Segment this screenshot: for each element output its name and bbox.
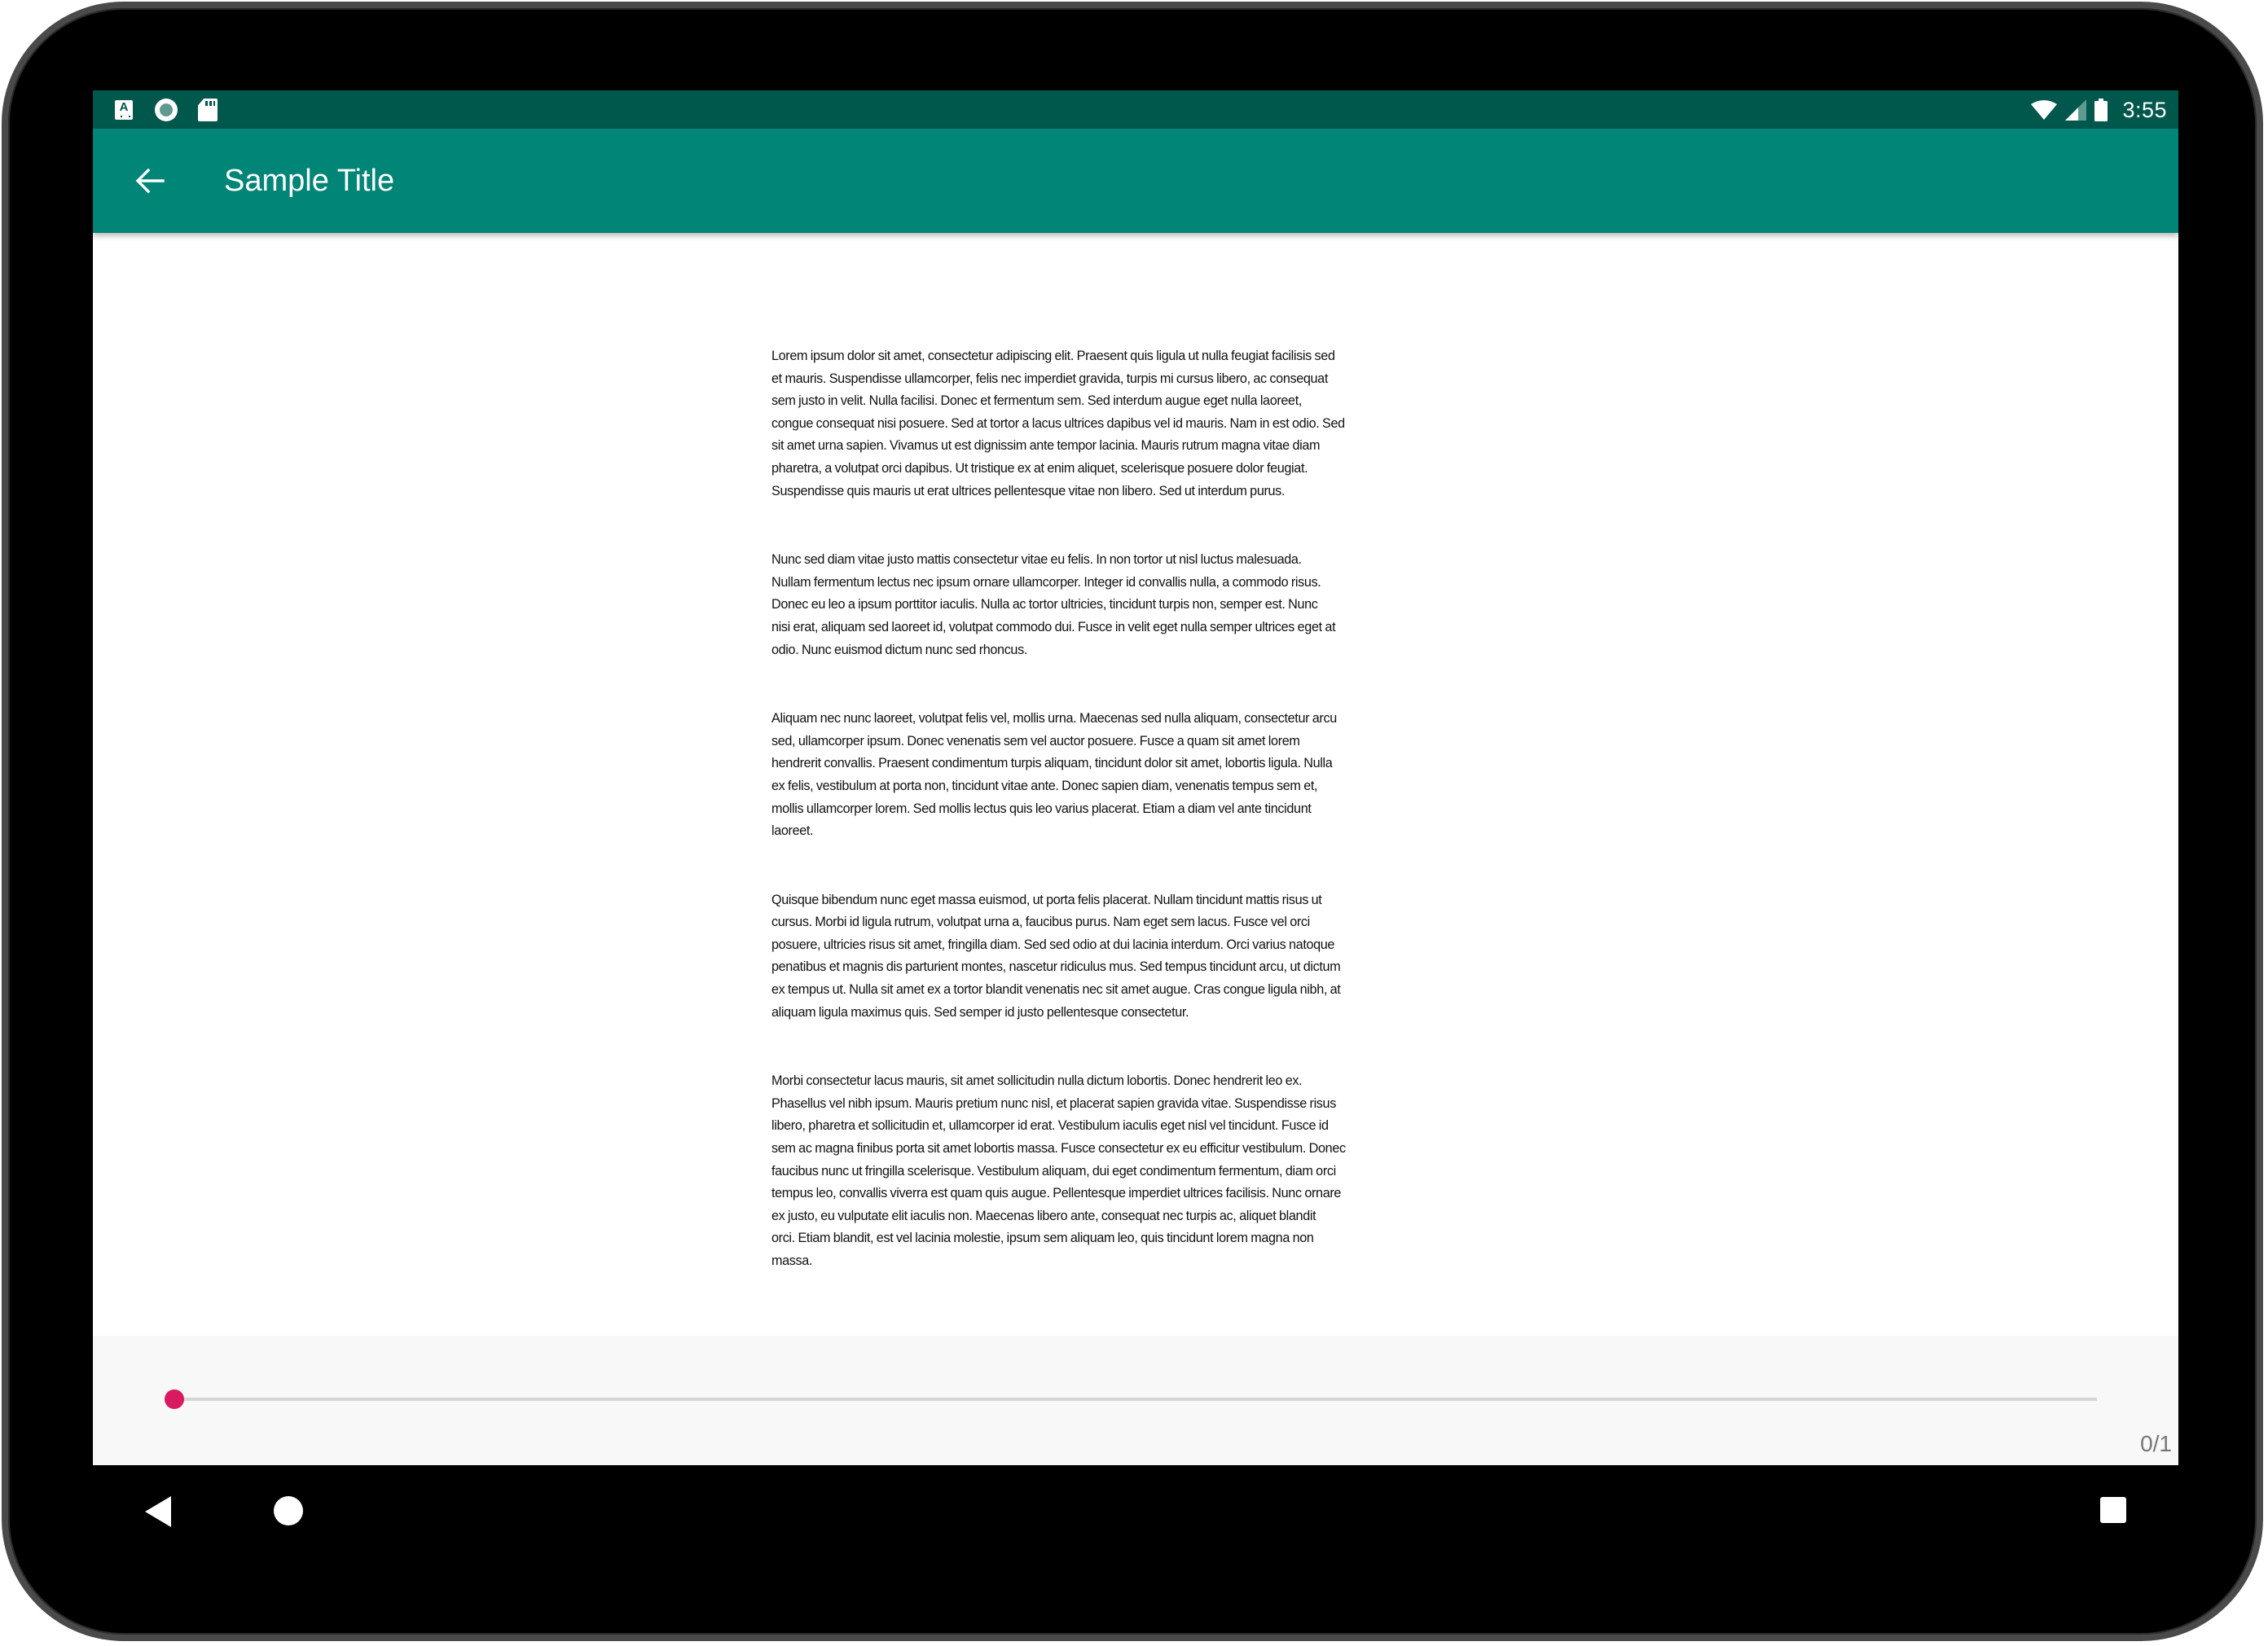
- sd-card-icon: [198, 99, 218, 121]
- paragraph: Nunc sed diam vitae justo mattis consect…: [771, 549, 1505, 661]
- page-counter: 0/1: [2140, 1431, 2172, 1456]
- text-line: aliquam ligula maximus quis. Sed semper …: [771, 1004, 1189, 1020]
- text-line: ex tempus ut. Nulla sit amet ex a tortor…: [771, 982, 1341, 998]
- text-line: Morbi consectetur lacus mauris, sit amet…: [771, 1073, 1303, 1089]
- text-line: Nunc sed diam vitae justo mattis consect…: [771, 552, 1302, 568]
- text-line: hendrerit convallis. Praesent condimentu…: [771, 756, 1333, 771]
- sd-card-pins: [205, 101, 215, 106]
- text-line: nisi erat, aliquam sed laoreet id, volut…: [771, 619, 1336, 634]
- text-line: Lorem ipsum dolor sit amet, consectetur …: [771, 349, 1335, 363]
- text-line: cursus. Morbi id ligula rutrum, volutpat…: [771, 915, 1310, 930]
- text-line: Quisque bibendum nunc eget massa euismod…: [771, 892, 1322, 907]
- navigation-bar: [93, 1465, 2178, 1556]
- dots-glyph: [121, 116, 130, 117]
- text-line: odio. Nunc euismod dictum nunc sed rhonc…: [771, 642, 1027, 657]
- text-line: mollis ullamcorper lorem. Sed mollis lec…: [771, 801, 1312, 816]
- wifi-icon: [2031, 100, 2058, 120]
- back-nav-icon[interactable]: [145, 1496, 171, 1527]
- text-line: Nullam fermentum lectus nec ipsum ornare…: [771, 574, 1321, 590]
- text-line: Phasellus vel nibh ipsum. Mauris pretium…: [771, 1095, 1336, 1111]
- a-glyph: A: [119, 100, 129, 114]
- text-line: tempus leo, convallis viverra est quam q…: [771, 1186, 1342, 1201]
- document-page: Lorem ipsum dolor sit amet, consectetur …: [771, 345, 1505, 1319]
- paragraph: Aliquam nec nunc laoreet, volutpat felis…: [771, 708, 1505, 843]
- text-line: ex justo, eu vulputate elit iaculis non.…: [771, 1208, 1316, 1223]
- page-seek-panel: 0/1: [93, 1336, 2178, 1465]
- status-bar-right: 3:55: [2031, 90, 2167, 129]
- text-line: pharetra, a volutpat orci dapibus. Ut tr…: [771, 460, 1308, 476]
- seek-track[interactable]: [174, 1398, 2097, 1401]
- seek-thumb[interactable]: [165, 1389, 184, 1409]
- paragraph: Lorem ipsum dolor sit amet, consectetur …: [771, 345, 1505, 503]
- page-title: Sample Title: [224, 164, 395, 198]
- app-bar: Sample Title: [93, 129, 2178, 233]
- battery-icon: [2094, 99, 2108, 121]
- paragraph: Quisque bibendum nunc eget massa euismod…: [771, 889, 1505, 1025]
- arrow-back-icon[interactable]: [132, 163, 168, 199]
- screen-record-icon: [155, 99, 178, 121]
- text-line: posuere, ultricies risus sit amet, fring…: [771, 937, 1335, 952]
- text-line: congue consequat nisi posuere. Sed at to…: [771, 415, 1345, 431]
- status-bar: A 3:55: [93, 90, 2178, 129]
- text-line: et mauris. Suspendisse ullamcorper, feli…: [771, 371, 1328, 386]
- text-line: Aliquam nec nunc laoreet, volutpat felis…: [771, 711, 1337, 726]
- text-line: massa.: [771, 1253, 813, 1268]
- cell-signal-icon: [2065, 99, 2087, 121]
- text-line: sit amet urna sapien. Vivamus ut est dig…: [771, 438, 1321, 454]
- home-nav-icon[interactable]: [274, 1496, 303, 1525]
- text-line: faucibus nunc ut fringilla scelerisque. …: [771, 1163, 1336, 1179]
- status-clock: 3:55: [2122, 97, 2167, 122]
- text-line: ex felis, vestibulum at porta non, tinci…: [771, 778, 1318, 793]
- recents-nav-icon[interactable]: [2100, 1497, 2126, 1523]
- text-line: laoreet.: [771, 823, 814, 839]
- text-line: Suspendisse quis mauris ut erat ultrices…: [771, 483, 1286, 498]
- text-line: penatibus et magnis dis parturient monte…: [771, 959, 1341, 975]
- text-line: sem ac magna finibus porta sit amet lobo…: [771, 1141, 1346, 1157]
- text-line: Donec eu leo a ipsum porttitor iaculis. …: [771, 597, 1318, 612]
- text-line: libero, pharetra et sollicitudin et, ull…: [771, 1118, 1329, 1134]
- accessibility-a-icon: A: [115, 100, 133, 120]
- paragraph: Morbi consectetur lacus mauris, sit amet…: [771, 1070, 1505, 1272]
- screen: A 3:55 Sample Title Lorem ipsum dolor si…: [93, 90, 2178, 1465]
- text-line: sed, ullamcorper ipsum. Donec venenatis …: [771, 733, 1300, 748]
- text-line: sem justo in velit. Nulla facilisi. Done…: [771, 393, 1303, 409]
- text-line: orci. Etiam blandit, est vel lacinia mol…: [771, 1231, 1314, 1246]
- document-viewer[interactable]: Lorem ipsum dolor sit amet, consectetur …: [93, 233, 2178, 1336]
